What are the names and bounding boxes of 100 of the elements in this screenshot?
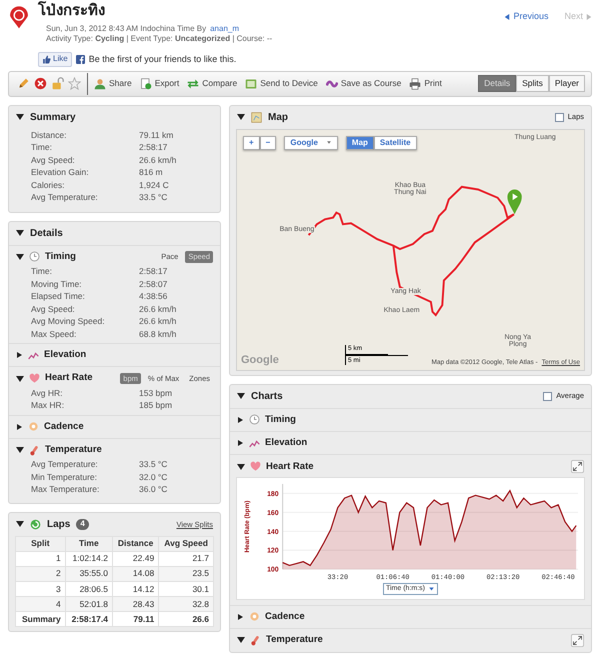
printer-icon — [409, 78, 422, 90]
panel-title: Details — [30, 226, 63, 240]
stat-value: 2:58:07 — [139, 278, 168, 290]
column-header: Distance — [112, 536, 159, 552]
zoom-button[interactable]: − — [260, 136, 276, 150]
stat-label: Max Speed: — [31, 328, 78, 340]
thumbs-up-icon — [42, 54, 51, 64]
panel-title: Map — [268, 110, 288, 124]
stat-value: 2:58:17 — [139, 265, 168, 278]
toolbar-button[interactable]: Send to Device — [243, 78, 320, 90]
view-tab[interactable]: Splits — [516, 75, 549, 92]
stat-value: 1,924 C — [139, 178, 169, 192]
stat-label: Max Temperature: — [31, 483, 100, 496]
device-icon — [245, 78, 258, 90]
stat-label: Min Temperature: — [31, 470, 98, 484]
caret-icon[interactable] — [16, 521, 24, 528]
table-cell: 2 — [16, 566, 66, 582]
table-cell: 1:02:14.2 — [65, 551, 112, 566]
map-type-tab[interactable]: Map — [346, 136, 374, 150]
stat-value: 153 bpm — [139, 386, 172, 400]
stat-label: Calories: — [31, 178, 66, 192]
caret-icon[interactable] — [237, 637, 245, 644]
timing-icon — [29, 251, 40, 262]
stat-value: 2:58:17 — [139, 141, 168, 154]
caret-icon[interactable] — [238, 440, 243, 446]
caret-icon[interactable] — [237, 114, 245, 120]
like-prompt: Be the first of your friends to like this. — [88, 54, 236, 66]
section-title: Cadence — [265, 610, 305, 623]
stat-label: Avg Speed: — [31, 302, 76, 316]
provider-dropdown[interactable]: Google — [284, 136, 338, 150]
course-icon — [326, 78, 338, 90]
toolbar-button[interactable]: Share — [92, 78, 134, 90]
caret-icon[interactable] — [17, 352, 22, 358]
lap-count: 4 — [76, 519, 89, 530]
map-logo: Google — [241, 353, 279, 368]
stat-label: Avg Temperature: — [31, 191, 99, 204]
caret-icon[interactable] — [237, 464, 245, 470]
expand-icon[interactable] — [571, 634, 584, 647]
toolbar-button[interactable]: Print — [407, 78, 444, 90]
stat-value: 26.6 km/h — [139, 302, 176, 316]
stat-value: 33.5 °C — [139, 458, 168, 471]
section-title: Timing — [45, 250, 76, 264]
stat-value: 79.11 km — [139, 128, 174, 142]
section-title: Elevation — [265, 437, 308, 450]
table-cell: 1 — [16, 551, 66, 566]
stat-value: 33.5 °C — [139, 191, 168, 204]
section-title: Timing — [265, 414, 296, 426]
previous-link[interactable]: Previous — [504, 11, 548, 23]
stat-label: Distance: — [31, 128, 68, 142]
caret-icon[interactable] — [238, 416, 243, 423]
table-cell: 2:58:17.4 — [65, 612, 112, 627]
column-header: Split — [16, 536, 66, 552]
elevation-icon — [28, 350, 39, 361]
caret-icon[interactable] — [16, 254, 24, 260]
temperature-icon — [250, 634, 261, 646]
table-cell: 79.11 — [112, 612, 159, 627]
temperature-icon — [29, 444, 40, 456]
column-header: Time — [65, 536, 112, 552]
cadence-icon — [28, 421, 39, 432]
view-tab[interactable]: Player — [548, 75, 585, 92]
map-icon — [251, 112, 262, 123]
table-cell: Summary — [16, 612, 66, 627]
activity-meta: Activity Type: Cycling | Event Type: Uncategorized | Course: -- — [45, 34, 274, 44]
caret-icon[interactable] — [237, 393, 245, 400]
person-icon — [94, 78, 106, 90]
caret-icon[interactable] — [16, 230, 24, 236]
start-marker-icon[interactable] — [507, 189, 522, 214]
stat-value: 185 bpm — [139, 399, 172, 412]
caret-icon — [428, 586, 436, 592]
like-button[interactable]: Like — [38, 52, 72, 67]
stat-label: Moving Time: — [31, 278, 83, 290]
toolbar-button[interactable]: Export — [138, 78, 182, 90]
caret-icon[interactable] — [16, 114, 24, 120]
author-link[interactable]: anan_m — [210, 24, 240, 34]
stat-value: 32.0 °C — [139, 470, 168, 484]
timing-icon — [249, 414, 260, 426]
toolbar-button[interactable]: Compare — [185, 78, 240, 90]
caret-icon[interactable] — [238, 614, 243, 620]
stat-label: Max HR: — [31, 399, 66, 412]
column-header: Avg Speed — [158, 536, 214, 552]
table-cell: 23.5 — [158, 566, 214, 582]
zoom-button[interactable]: + — [243, 136, 260, 150]
caret-icon[interactable] — [17, 424, 22, 430]
stat-value: 36.0 °C — [139, 483, 168, 496]
caret-icon[interactable] — [16, 376, 24, 382]
map-type-tab[interactable]: Satellite — [374, 136, 417, 150]
caret-icon[interactable] — [16, 447, 24, 454]
table-cell: 14.08 — [112, 566, 159, 582]
table-cell: 4 — [16, 596, 66, 612]
delete-icon[interactable] — [32, 77, 49, 90]
stat-label: Avg Temperature: — [31, 458, 99, 471]
activity-title: โป่งกระทิง — [38, 3, 106, 20]
stat-value: 26.6 km/h — [139, 315, 176, 328]
table-cell: 52:01.8 — [65, 596, 112, 612]
expand-icon[interactable] — [571, 460, 584, 474]
stat-label: Time: — [31, 265, 53, 278]
section-title: Elevation — [44, 349, 86, 362]
star-icon[interactable] — [66, 77, 83, 90]
panel-title: Charts — [251, 390, 283, 403]
toolbar-button[interactable]: Save as Course — [324, 78, 404, 90]
